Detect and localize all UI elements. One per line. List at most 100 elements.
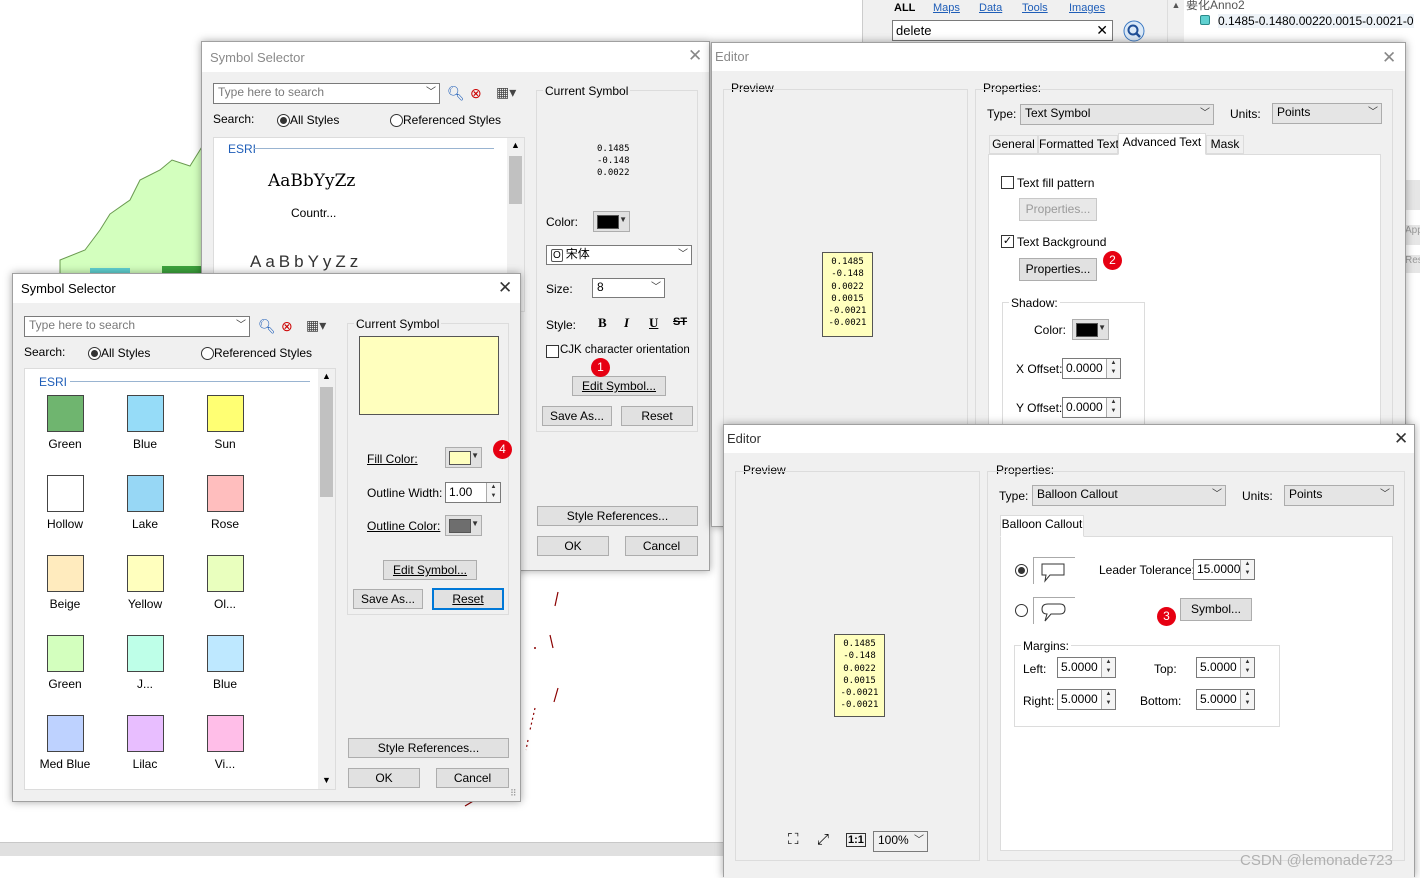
spinner-icon[interactable]: ▲ ▼ [1240,560,1254,579]
text-symbol-sample[interactable]: AaBbYyZz [250,252,362,272]
scroll-thumb[interactable] [509,156,522,204]
text-symbol-sample[interactable]: AaBbYyZz [268,171,355,191]
zoom-select[interactable]: 100% ﹀ [873,831,928,852]
text-fill-pattern-checkbox[interactable] [1001,176,1014,189]
symbol-list[interactable]: ESRI Green Blue Sun Hollow Lake Rose Beige Yell… [24,368,336,790]
vertical-scrollbar[interactable]: ▲ ▼ [318,369,335,789]
font-select[interactable]: O 宋体 ﹀ [546,245,692,265]
fill-symbol-swatch[interactable] [127,715,164,752]
rectangle-balloon-radio[interactable] [1015,564,1028,577]
color-picker-button[interactable]: ▼ [593,211,630,232]
fill-symbol-swatch[interactable] [207,635,244,672]
rounded-balloon-radio[interactable] [1015,604,1028,617]
bottom-margin-input[interactable]: 5.0000 ▲ ▼ [1196,689,1255,710]
strikethrough-button[interactable]: ST [673,316,687,328]
close-icon[interactable]: ✕ [688,47,702,64]
spinner-icon[interactable]: ▲ ▼ [1240,690,1254,709]
top-margin-input[interactable]: 5.0000 ▲ ▼ [1196,657,1255,678]
right-margin-input[interactable]: 5.0000 ▲ ▼ [1057,689,1116,710]
scroll-down-icon[interactable]: ▼ [322,775,331,785]
search-icon[interactable] [1123,20,1145,42]
edit-symbol-button[interactable]: Edit Symbol... [383,560,477,580]
fill-symbol-swatch[interactable] [47,715,84,752]
fill-symbol-swatch[interactable] [47,395,84,432]
referenced-styles-radio[interactable] [201,347,214,360]
fill-symbol-swatch[interactable] [207,715,244,752]
cjk-orientation-checkbox[interactable] [546,345,559,358]
type-select[interactable]: Text Symbol ﹀ [1020,104,1214,125]
symbol-button[interactable]: Symbol... [1180,598,1252,621]
save-as-button[interactable]: Save As... [353,589,423,609]
x-offset-input[interactable]: 0.0000 ▲ ▼ [1062,358,1121,379]
toc-entry[interactable]: 0.1485-0.1480.00220.0015-0.0021-0 [1218,14,1414,28]
fill-symbol-swatch[interactable] [47,555,84,592]
search-tab-tools[interactable]: Tools [1022,2,1048,14]
spinner-icon[interactable]: ▲ ▼ [486,483,500,502]
fill-pattern-properties-button[interactable]: Properties... [1019,198,1097,221]
leader-tolerance-input[interactable]: 15.0000 ▲ ▼ [1193,559,1255,580]
fill-symbol-swatch[interactable] [47,635,84,672]
fill-symbol-swatch[interactable] [127,555,164,592]
search-tab-data[interactable]: Data [979,2,1002,14]
fill-symbol-swatch[interactable] [127,395,164,432]
search-tab-images[interactable]: Images [1069,2,1105,14]
ok-button[interactable]: OK [537,536,609,556]
left-margin-input[interactable]: 5.0000 ▲ ▼ [1057,657,1116,678]
y-offset-input[interactable]: 0.0000 ▲ ▼ [1062,397,1121,418]
zoom-fit-icon[interactable]: ⛶ [788,831,799,848]
referenced-styles-radio[interactable] [390,114,403,127]
all-styles-radio[interactable] [277,114,290,127]
cancel-button[interactable]: Cancel [625,536,698,556]
rounded-balloon-option[interactable] [1033,597,1075,624]
clear-search-icon[interactable]: ⊗ [281,318,293,335]
save-as-button[interactable]: Save As... [542,406,612,426]
right-edge-button[interactable]: App [1405,225,1420,245]
fill-symbol-swatch[interactable] [207,395,244,432]
fill-symbol-swatch[interactable] [207,475,244,512]
units-select[interactable]: Points ﹀ [1284,485,1394,506]
units-select[interactable]: Points ﹀ [1272,103,1382,124]
reset-button[interactable]: Reset [432,588,504,610]
toc-layer-name[interactable]: 要化Anno2 [1186,0,1245,13]
view-options-icon[interactable]: ▦▾ [496,84,516,101]
close-icon[interactable]: ✕ [1382,49,1396,66]
fill-symbol-swatch[interactable] [47,475,84,512]
bold-button[interactable]: B [598,315,607,331]
scroll-up-icon[interactable]: ▲ [322,371,331,381]
clear-search-icon[interactable]: ⊗ [470,85,482,102]
zoom-extent-icon[interactable]: ⤢ [817,831,829,848]
tab-general[interactable]: General [989,135,1038,154]
text-background-checkbox[interactable]: ✓ [1001,235,1014,248]
spinner-icon[interactable]: ▲ ▼ [1106,359,1120,378]
ok-button[interactable]: OK [348,768,420,788]
symbol-search-input[interactable]: Type here to search ﹀ [213,83,440,104]
spinner-icon[interactable]: ▲ ▼ [1240,658,1254,677]
tab-balloon-callout[interactable]: Balloon Callout [1000,515,1084,537]
background-properties-button[interactable]: Properties... [1019,258,1097,281]
spinner-icon[interactable]: ▲ ▼ [1106,398,1120,417]
fill-symbol-swatch[interactable] [127,475,164,512]
scroll-thumb[interactable] [320,387,333,497]
close-icon[interactable]: ✕ [498,279,512,296]
spinner-icon[interactable]: ▲ ▼ [1101,690,1115,709]
size-select[interactable]: 8 ﹀ [592,278,665,298]
type-select[interactable]: Balloon Callout ﹀ [1032,485,1226,506]
right-edge-button[interactable]: Res [1405,255,1420,273]
catalog-scrollbar[interactable]: ▲ [1167,0,1184,44]
tab-mask[interactable]: Mask [1206,135,1244,154]
view-options-icon[interactable]: ▦▾ [306,317,326,334]
resize-grip-icon[interactable]: ⠿ [510,788,517,799]
rectangle-balloon-option[interactable] [1033,557,1075,584]
search-tab-maps[interactable]: Maps [933,2,960,14]
close-icon[interactable]: ✕ [1394,430,1408,447]
outline-width-input[interactable]: 1.00 ▲ ▼ [445,482,501,503]
horizontal-scrollbar[interactable] [0,842,730,856]
fill-symbol-swatch[interactable] [127,635,164,672]
tab-advanced-text[interactable]: Advanced Text [1118,133,1206,155]
fill-color-picker[interactable]: ▼ [445,447,482,468]
fill-symbol-swatch[interactable] [207,555,244,592]
cancel-button[interactable]: Cancel [436,768,509,788]
search-icon[interactable]: 🔍︎ [447,85,465,102]
search-icon[interactable]: 🔍︎ [258,318,276,335]
spinner-icon[interactable]: ▲ ▼ [1101,658,1115,677]
